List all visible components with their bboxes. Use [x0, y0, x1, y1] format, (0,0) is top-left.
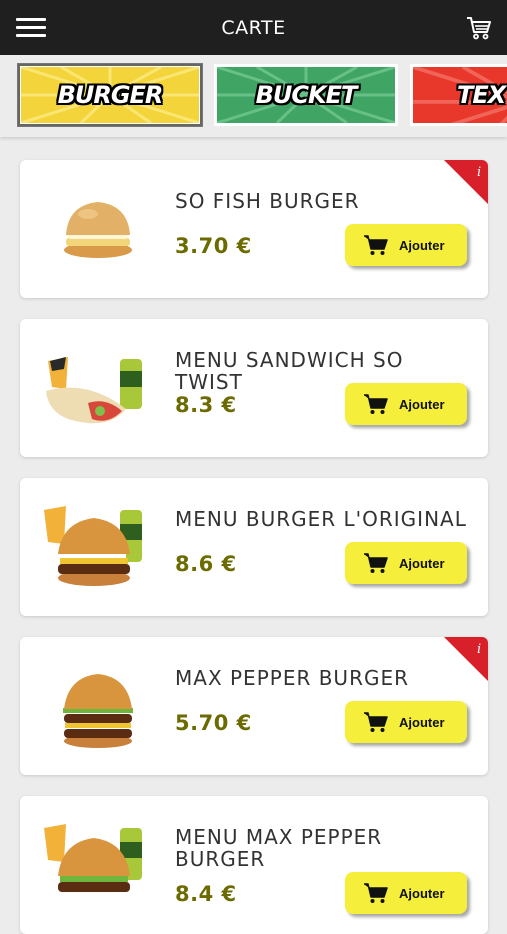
- add-to-cart-button[interactable]: Ajouter: [345, 542, 467, 584]
- tab-tex-mex[interactable]: TEX M: [410, 64, 507, 126]
- product-card[interactable]: MENU BURGER L'ORIGINAL 8.6 € Ajouter: [20, 478, 488, 616]
- tab-bucket[interactable]: BUCKET: [214, 64, 398, 126]
- product-price: 8.3 €: [175, 393, 237, 417]
- tab-label: BURGER: [57, 81, 164, 109]
- product-card[interactable]: MENU MAX PEPPER BURGER 8.4 € Ajouter: [20, 796, 488, 934]
- menu-burger-image: [44, 824, 142, 892]
- add-button-label: Ajouter: [399, 555, 445, 571]
- info-icon[interactable]: i: [444, 160, 488, 204]
- page-title: CARTE: [221, 17, 286, 39]
- product-price: 5.70 €: [175, 711, 252, 735]
- svg-text:i: i: [477, 165, 481, 180]
- add-button-label: Ajouter: [399, 885, 445, 901]
- add-to-cart-button[interactable]: Ajouter: [345, 383, 467, 425]
- cart-icon: [364, 553, 388, 573]
- info-icon[interactable]: i: [444, 637, 488, 681]
- add-button-label: Ajouter: [399, 237, 445, 253]
- product-name: MENU BURGER L'ORIGINAL: [175, 507, 467, 531]
- product-name: SO FISH BURGER: [175, 189, 360, 213]
- add-button-label: Ajouter: [399, 714, 445, 730]
- product-card[interactable]: MENU SANDWICH SO TWIST 8.3 € Ajouter: [20, 319, 488, 457]
- shopping-cart-icon[interactable]: [465, 14, 493, 42]
- add-to-cart-button[interactable]: Ajouter: [345, 224, 467, 266]
- cart-icon: [364, 235, 388, 255]
- svg-text:i: i: [477, 642, 481, 657]
- top-bar: CARTE: [0, 0, 507, 55]
- category-tabs: BURGER BUCKET TEX: [0, 55, 507, 137]
- product-card[interactable]: SO FISH BURGER 3.70 € Ajouter i: [20, 160, 488, 298]
- product-card[interactable]: MAX PEPPER BURGER 5.70 € Ajouter i: [20, 637, 488, 775]
- cart-icon: [364, 394, 388, 414]
- tab-burger[interactable]: BURGER: [18, 64, 202, 126]
- fish-burger-image: [64, 202, 132, 258]
- menu-burger-image: [44, 506, 142, 586]
- product-name: MAX PEPPER BURGER: [175, 666, 409, 690]
- product-price: 8.6 €: [175, 552, 237, 576]
- add-to-cart-button[interactable]: Ajouter: [345, 701, 467, 743]
- tab-label: TEX M: [457, 81, 507, 109]
- cart-icon: [364, 883, 388, 903]
- product-name: MENU MAX PEPPER BURGER: [175, 825, 383, 871]
- add-to-cart-button[interactable]: Ajouter: [345, 872, 467, 914]
- cart-icon: [364, 712, 388, 732]
- product-price: 8.4 €: [175, 882, 237, 906]
- add-button-label: Ajouter: [399, 396, 445, 412]
- menu-wrap-image: [46, 357, 142, 424]
- product-price: 3.70 €: [175, 234, 252, 258]
- tab-label: BUCKET: [255, 81, 358, 109]
- double-burger-image: [63, 674, 133, 748]
